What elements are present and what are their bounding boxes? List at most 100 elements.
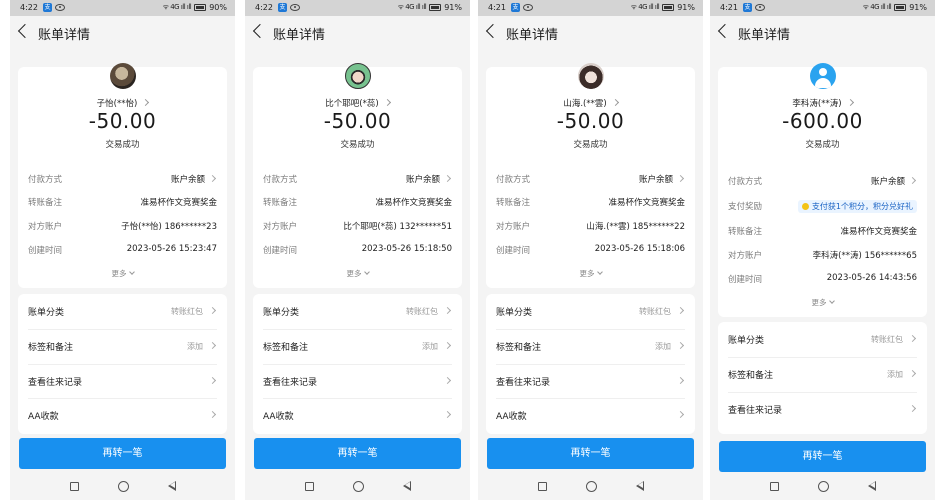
chevron-right-icon — [611, 98, 619, 107]
detail-payment-method[interactable]: 付款方式 账户余额 — [728, 175, 917, 189]
detail-payment-method[interactable]: 付款方式 账户余额 — [28, 173, 217, 187]
bill-summary-card: 山海.(**雲) -50.00 交易成功 付款方式 账户余额 转账备注 准易杯作文竞… — [486, 63, 695, 288]
list-item-aa-collect[interactable]: AA收款 — [496, 398, 685, 432]
detail-label: 转账备注 — [28, 198, 63, 208]
list-item-history[interactable]: 查看往来记录 — [496, 364, 685, 398]
avatar[interactable] — [577, 63, 604, 89]
transfer-again-button[interactable]: 再转一笔 — [719, 441, 926, 472]
detail-value: 子怡(**怡) 186******23 — [121, 222, 217, 232]
more-link[interactable]: 更多 — [718, 297, 927, 308]
detail-label: 付款方式 — [263, 175, 298, 185]
detail-label: 创建时间 — [28, 246, 63, 256]
back-triangle-icon[interactable] — [168, 481, 176, 491]
battery-icon — [662, 4, 675, 11]
page-title: 账单详情 — [738, 28, 791, 43]
back-icon[interactable] — [717, 23, 733, 39]
transfer-again-button[interactable]: 再转一笔 — [254, 438, 461, 469]
chevron-right-icon — [443, 341, 452, 350]
list-item-history[interactable]: 查看往来记录 — [28, 364, 217, 398]
chevron-right-icon — [208, 376, 217, 385]
more-link[interactable]: 更多 — [18, 268, 227, 279]
transfer-again-button[interactable]: 再转一笔 — [19, 438, 226, 469]
phone-screen-1: 4:22 支 ᯤ 4G ıll ıll 90% 账单详情 子怡(**怡) -50… — [10, 0, 235, 500]
system-nav-bar — [478, 474, 703, 500]
back-icon[interactable] — [17, 23, 33, 39]
chevron-right-icon — [908, 176, 917, 185]
back-triangle-icon[interactable] — [868, 481, 876, 491]
back-icon[interactable] — [485, 23, 501, 39]
transfer-again-button[interactable]: 再转一笔 — [487, 438, 694, 469]
list-item-tags-notes[interactable]: 标签和备注 添加 — [728, 357, 917, 391]
list-item-category[interactable]: 账单分类 转账红包 — [263, 294, 452, 328]
recents-square-icon[interactable] — [538, 482, 547, 491]
eye-icon — [55, 4, 65, 11]
app-notification-icon: 支 — [743, 3, 752, 12]
eye-icon — [290, 4, 300, 11]
chevron-right-icon — [676, 306, 685, 315]
more-link[interactable]: 更多 — [486, 268, 695, 279]
detail-created-time: 创建时间 2023-05-26 15:18:06 — [496, 244, 685, 258]
recents-square-icon[interactable] — [305, 482, 314, 491]
battery-icon — [194, 4, 207, 11]
detail-payment-method[interactable]: 付款方式 账户余额 — [263, 173, 452, 187]
phone-screen-3: 4:21 支 ᯤ 4G ıll ıll 91% 账单详情 山海.(**雲) -5… — [478, 0, 703, 500]
back-triangle-icon[interactable] — [636, 481, 644, 491]
back-triangle-icon[interactable] — [403, 481, 411, 491]
status-time: 4:21 — [488, 3, 506, 12]
page-title: 账单详情 — [38, 28, 91, 43]
recents-square-icon[interactable] — [770, 482, 779, 491]
detail-value: 准易杯作文竞赛奖金 — [375, 198, 452, 208]
list-item-category[interactable]: 账单分类 转账红包 — [496, 294, 685, 328]
home-circle-icon[interactable] — [818, 481, 829, 492]
avatar[interactable] — [109, 63, 136, 89]
list-item-tags-notes[interactable]: 标签和备注 添加 — [28, 329, 217, 363]
list-item-history[interactable]: 查看往来记录 — [263, 364, 452, 398]
signal-icon: ᯤ 4G ıll ıll — [397, 3, 427, 11]
chevron-right-icon — [676, 376, 685, 385]
list-item-aa-collect[interactable]: AA收款 — [263, 398, 452, 432]
home-circle-icon[interactable] — [353, 481, 364, 492]
back-icon[interactable] — [252, 23, 268, 39]
list-item-tags-notes[interactable]: 标签和备注 添加 — [496, 329, 685, 363]
detail-value: 2023-05-26 15:18:50 — [361, 244, 452, 254]
list-item-history[interactable]: 查看往来记录 — [728, 392, 917, 426]
battery-icon — [429, 4, 442, 11]
detail-payment-method[interactable]: 付款方式 账户余额 — [496, 173, 685, 187]
avatar[interactable] — [809, 63, 836, 89]
list-item-category[interactable]: 账单分类 转账红包 — [28, 294, 217, 328]
status-bar: 4:21 支 ᯤ 4G ıll ıll 91% — [710, 0, 935, 16]
payee-name-row[interactable]: 比个耶吧(*蕊) — [253, 97, 462, 109]
payee-name-row[interactable]: 子怡(**怡) — [18, 97, 227, 109]
chevron-right-icon — [443, 174, 452, 183]
trade-status: 交易成功 — [573, 140, 608, 150]
home-circle-icon[interactable] — [118, 481, 129, 492]
amount: -50.00 — [556, 109, 625, 133]
chevron-right-icon — [908, 334, 917, 343]
nav-bar: 账单详情 — [10, 16, 235, 50]
payee-name-row[interactable]: 山海.(**雲) — [486, 97, 695, 109]
chevron-right-icon — [383, 98, 391, 107]
status-bar: 4:22 支 ᯤ 4G ıll ıll 91% — [245, 0, 470, 16]
chevron-right-icon — [846, 98, 854, 107]
amount: -50.00 — [88, 109, 157, 133]
status-time: 4:21 — [720, 3, 738, 12]
status-time: 4:22 — [20, 3, 38, 12]
payee-name: 山海.(**雲) — [563, 99, 607, 109]
list-item-category[interactable]: 账单分类 转账红包 — [728, 322, 917, 356]
detail-label: 转账备注 — [728, 227, 763, 237]
system-nav-bar — [10, 474, 235, 500]
more-link[interactable]: 更多 — [253, 268, 462, 279]
payee-name-row[interactable]: 李科涛(**涛) — [718, 97, 927, 109]
detail-label: 支付奖励 — [728, 202, 763, 212]
detail-payment-reward[interactable]: 支付奖励 支付获1个积分，积分兑好礼 — [728, 200, 917, 214]
battery-icon — [894, 4, 907, 11]
avatar[interactable] — [344, 63, 371, 89]
list-item-aa-collect[interactable]: AA收款 — [28, 398, 217, 432]
home-circle-icon[interactable] — [586, 481, 597, 492]
reward-badge[interactable]: 支付获1个积分，积分兑好礼 — [797, 200, 917, 213]
payee-name: 比个耶吧(*蕊) — [325, 99, 379, 109]
amount: -50.00 — [323, 109, 392, 133]
recents-square-icon[interactable] — [70, 482, 79, 491]
trade-status: 交易成功 — [105, 140, 140, 150]
list-item-tags-notes[interactable]: 标签和备注 添加 — [263, 329, 452, 363]
